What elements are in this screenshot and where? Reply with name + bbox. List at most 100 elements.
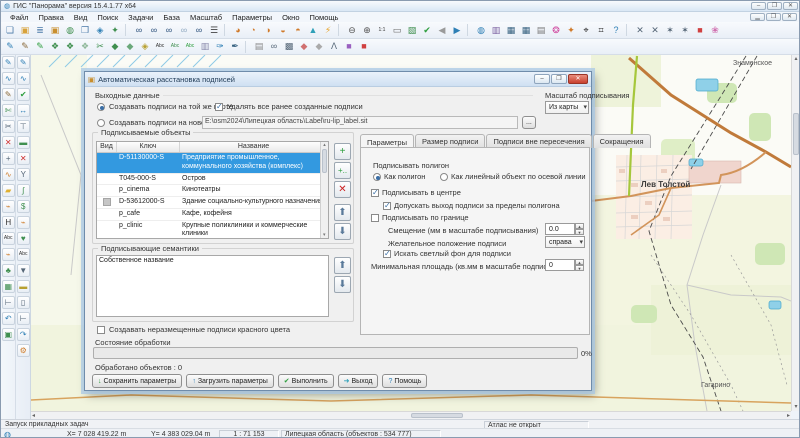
draw-spline-icon[interactable]: ✎	[18, 40, 32, 54]
checkbox-label-center[interactable]	[371, 189, 379, 197]
move-semantic-up-button[interactable]: ⬆	[334, 257, 351, 274]
map-horizontal-scrollbar[interactable]: ◂ ▸	[31, 411, 791, 419]
curve-icon[interactable]: ∫	[17, 184, 30, 197]
table-row[interactable]: p_cafeКафе, кофейня	[97, 209, 328, 221]
undo-icon[interactable]: ↶	[2, 312, 15, 325]
edit-pencil-icon[interactable]: ✎	[2, 56, 15, 69]
tab-parameters[interactable]: Параметры	[360, 134, 414, 148]
view-filter-icon[interactable]: ◑	[261, 23, 275, 37]
delete-small-icon[interactable]: ✕	[17, 152, 30, 165]
tab-abbreviations[interactable]: Сокращения	[593, 134, 651, 148]
menu-item-2[interactable]: Вид	[69, 12, 93, 23]
geoportal-icon[interactable]: ◍	[63, 23, 77, 37]
checkbox-label-border[interactable]	[371, 214, 379, 222]
object-hatch-icon[interactable]: ◈	[138, 40, 152, 54]
object-merge-icon[interactable]: ◆	[108, 40, 122, 54]
measure-icon[interactable]: ⌖	[579, 23, 593, 37]
offset-spin-down[interactable]: ▼	[575, 229, 584, 235]
sign-icon[interactable]: ✒	[228, 40, 242, 54]
marker-key-icon[interactable]: ✦	[564, 23, 578, 37]
square-purple-icon[interactable]: ■	[342, 40, 356, 54]
node-add-icon[interactable]: ✕	[648, 23, 662, 37]
dollar-icon[interactable]: $	[17, 200, 30, 213]
edit-torch-a-icon[interactable]: ⌁	[2, 200, 15, 213]
edit-torch-icon[interactable]: ⌁	[2, 248, 15, 261]
trash-icon[interactable]: ▯	[17, 296, 30, 309]
back-icon[interactable]: ◀	[435, 23, 449, 37]
semantics-list[interactable]: Собственное название	[96, 255, 329, 317]
menu-item-5[interactable]: База	[158, 12, 185, 23]
view-scale-icon[interactable]: ◔	[246, 23, 260, 37]
save-parameters-button[interactable]: ↓Сохранить параметры	[92, 374, 182, 388]
position-combo[interactable]: справа	[545, 236, 585, 248]
column-key[interactable]: Ключ	[117, 142, 180, 152]
apply-icon[interactable]: ✔	[420, 23, 434, 37]
tab-no-intersection[interactable]: Подписи вне пересечения	[486, 134, 591, 148]
offset-input[interactable]: 0.0	[545, 223, 575, 235]
menu-item-4[interactable]: Задачи	[123, 12, 158, 23]
clipboard-icon[interactable]: ▥	[198, 40, 212, 54]
zoom-in-icon[interactable]: ⊕	[360, 23, 374, 37]
torch2-icon[interactable]: ⌁	[17, 216, 30, 229]
funnel-icon[interactable]: ▼	[17, 264, 30, 277]
move-object-down-button[interactable]: ⬇	[334, 223, 351, 240]
menu-item-7[interactable]: Параметры	[227, 12, 277, 23]
move-icon[interactable]: ↔	[17, 104, 30, 117]
edit-spline-icon[interactable]: ∿	[2, 72, 15, 85]
dialog-maximize-button[interactable]: ❐	[551, 74, 567, 84]
fit-frame-icon[interactable]: ▭	[390, 23, 404, 37]
select-area-icon[interactable]: ▧	[405, 23, 419, 37]
radio-same-map[interactable]	[97, 103, 105, 111]
draw-pencil-icon[interactable]: ✎	[3, 40, 17, 54]
objects-table-scrollbar[interactable]: ▴ ▾	[320, 142, 328, 238]
find-object-icon[interactable]: ∞	[147, 23, 161, 37]
exit-button[interactable]: ➜Выход	[338, 374, 379, 388]
new-map-icon[interactable]: ❏	[3, 23, 17, 37]
square-red-icon[interactable]: ■	[357, 40, 371, 54]
help-button[interactable]: ?Помощь	[382, 374, 427, 388]
delete-object-button[interactable]: ✕	[334, 181, 351, 198]
menu-item-6[interactable]: Масштаб	[185, 12, 227, 23]
table-alt-icon[interactable]: ▦	[519, 23, 533, 37]
text-abc-icon[interactable]: Abc	[153, 40, 167, 54]
screen-icon[interactable]: ▣	[2, 328, 15, 341]
table-row[interactable]: p_clinicКрупные поликлиники и коммерческ…	[97, 221, 328, 240]
edit-wave-icon[interactable]: ∿	[2, 168, 15, 181]
zoom-out-icon[interactable]: ⊖	[345, 23, 359, 37]
checkbox-red-labels[interactable]	[97, 326, 105, 334]
measure-alt-icon[interactable]: ⌗	[594, 23, 608, 37]
globe-view-icon[interactable]: ◍	[474, 23, 488, 37]
area-subobject-icon[interactable]: ❖	[78, 40, 92, 54]
edit-tap-icon[interactable]: ⊢	[2, 296, 15, 309]
objects-table[interactable]: Вид Ключ Название D-51130000-SПредприяти…	[96, 141, 329, 239]
tab-label-size[interactable]: Размер подписи	[415, 134, 486, 148]
view-objects-icon[interactable]: ◓	[291, 23, 305, 37]
money-icon[interactable]: ▬	[17, 136, 30, 149]
find-select-icon[interactable]: ∞	[192, 23, 206, 37]
hatch-grid-icon[interactable]: ▩	[282, 40, 296, 54]
map-image-icon[interactable]: ▥	[489, 23, 503, 37]
gear-icon[interactable]: ⚙	[17, 344, 30, 357]
dialog-close-button[interactable]: ✕	[568, 74, 588, 84]
object-split-icon[interactable]: ✂	[93, 40, 107, 54]
align-icon[interactable]: ⊤	[17, 120, 30, 133]
edit-node-icon[interactable]: +	[2, 152, 15, 165]
area-create-icon[interactable]: ❖	[48, 40, 62, 54]
run-button[interactable]: ✔Выполнить	[278, 374, 334, 388]
open-map-icon[interactable]: ▣	[18, 23, 32, 37]
menu-item-1[interactable]: Правка	[33, 12, 68, 23]
radio-as-line[interactable]	[440, 173, 448, 181]
view-composition-icon[interactable]: ◕	[231, 23, 245, 37]
node-delete-icon[interactable]: ✶	[678, 23, 692, 37]
radio-as-polygon[interactable]	[373, 173, 381, 181]
table-row[interactable]: p_cinemaКинотеатры	[97, 185, 328, 197]
diamond-gray-icon[interactable]: ◆	[312, 40, 326, 54]
branch-icon[interactable]: Y	[17, 168, 30, 181]
close-button[interactable]: ✕	[783, 2, 798, 10]
heart-icon[interactable]: ♥	[17, 232, 30, 245]
mdi-minimize-button[interactable]: ▁	[750, 13, 765, 21]
move-object-up-button[interactable]: ⬆	[334, 204, 351, 221]
edit-tree-icon[interactable]: ♣	[2, 264, 15, 277]
compose-icon[interactable]: ✑	[213, 40, 227, 54]
legend-red-icon[interactable]: ■	[693, 23, 707, 37]
